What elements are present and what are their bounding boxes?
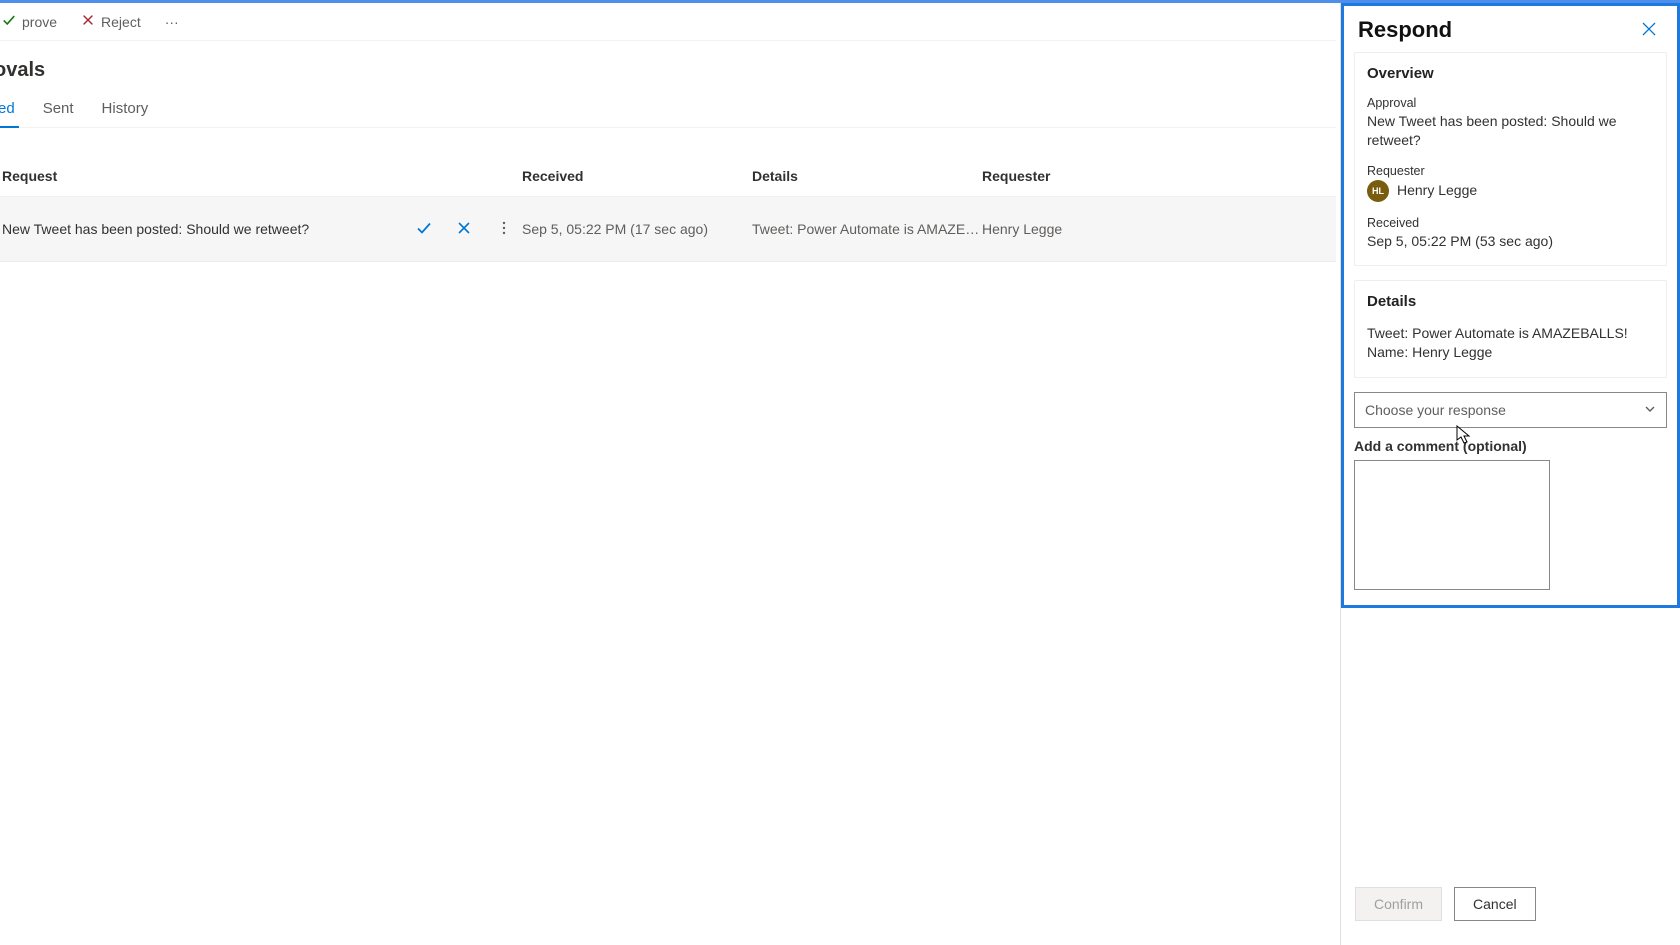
row-details-cell: Tweet: Power Automate is AMAZEBA... <box>752 221 982 237</box>
confirm-button[interactable]: Confirm <box>1355 887 1442 921</box>
action-toolbar: prove Reject ··· <box>0 3 1336 41</box>
col-header-received[interactable]: Received <box>522 168 752 184</box>
checkmark-icon <box>2 13 16 30</box>
tab-sent[interactable]: Sent <box>41 92 76 127</box>
row-approve-button[interactable] <box>406 213 442 245</box>
cancel-button[interactable]: Cancel <box>1454 887 1536 921</box>
panel-title: Respond <box>1358 17 1452 43</box>
reject-label: Reject <box>101 14 141 30</box>
reject-action[interactable]: Reject <box>73 9 149 34</box>
row-request-cell: New Tweet has been posted: Should we ret… <box>2 213 522 245</box>
overview-card: Overview Approval New Tweet has been pos… <box>1354 52 1667 266</box>
col-header-request[interactable]: Request <box>2 168 522 184</box>
approve-label: prove <box>22 14 57 30</box>
panel-header: Respond <box>1344 6 1677 52</box>
approval-label: Approval <box>1367 96 1654 110</box>
more-actions[interactable]: ··· <box>157 10 187 34</box>
details-line1: Tweet: Power Automate is AMAZEBALLS! <box>1367 324 1654 344</box>
details-line2: Name: Henry Legge <box>1367 343 1654 363</box>
chevron-down-icon <box>1644 402 1656 418</box>
tab-history[interactable]: History <box>100 92 151 127</box>
requester-row: HL Henry Legge <box>1367 180 1654 202</box>
avatar: HL <box>1367 180 1389 202</box>
details-body: Tweet: Power Automate is AMAZEBALLS! Nam… <box>1367 324 1654 363</box>
col-header-details[interactable]: Details <box>752 168 982 184</box>
overview-heading: Overview <box>1367 65 1654 82</box>
panel-highlight-box: Respond Overview Approval New Tweet has … <box>1341 3 1680 608</box>
details-heading: Details <box>1367 293 1654 310</box>
close-icon <box>1641 21 1657 40</box>
requester-name: Henry Legge <box>1397 181 1477 200</box>
checkmark-icon <box>416 220 432 239</box>
response-placeholder: Choose your response <box>1365 402 1506 418</box>
panel-footer: Confirm Cancel <box>1341 873 1680 945</box>
requester-label: Requester <box>1367 164 1654 178</box>
details-card: Details Tweet: Power Automate is AMAZEBA… <box>1354 280 1667 378</box>
table-header-row: Request Received Details Requester <box>0 128 1336 197</box>
row-received-cell: Sep 5, 05:22 PM (17 sec ago) <box>522 221 752 237</box>
received-value: Sep 5, 05:22 PM (53 sec ago) <box>1367 232 1654 251</box>
vertical-ellipsis-icon <box>496 220 512 239</box>
page-title: ovals <box>0 41 1336 92</box>
row-requester-cell: Henry Legge <box>982 221 1328 237</box>
close-panel-button[interactable] <box>1635 16 1663 44</box>
col-header-requester[interactable]: Requester <box>982 168 1328 184</box>
tab-received[interactable]: ed <box>0 92 17 127</box>
approve-action[interactable]: prove <box>0 9 65 34</box>
tabs-nav: ed Sent History <box>0 92 1336 128</box>
response-dropdown[interactable]: Choose your response <box>1354 392 1667 428</box>
table-row[interactable]: New Tweet has been posted: Should we ret… <box>0 197 1336 262</box>
ellipsis-icon: ··· <box>165 14 179 30</box>
comment-label: Add a comment (optional) <box>1354 438 1667 454</box>
comment-input[interactable] <box>1354 460 1550 590</box>
respond-panel: Respond Overview Approval New Tweet has … <box>1340 3 1680 945</box>
x-icon <box>81 13 95 30</box>
received-label: Received <box>1367 216 1654 230</box>
approval-value: New Tweet has been posted: Should we ret… <box>1367 112 1654 150</box>
row-request-text: New Tweet has been posted: Should we ret… <box>2 221 402 237</box>
row-more-button[interactable] <box>486 213 522 245</box>
main-content: prove Reject ··· ovals ed Sent History R… <box>0 3 1340 945</box>
x-icon <box>456 220 472 239</box>
row-reject-button[interactable] <box>446 213 482 245</box>
